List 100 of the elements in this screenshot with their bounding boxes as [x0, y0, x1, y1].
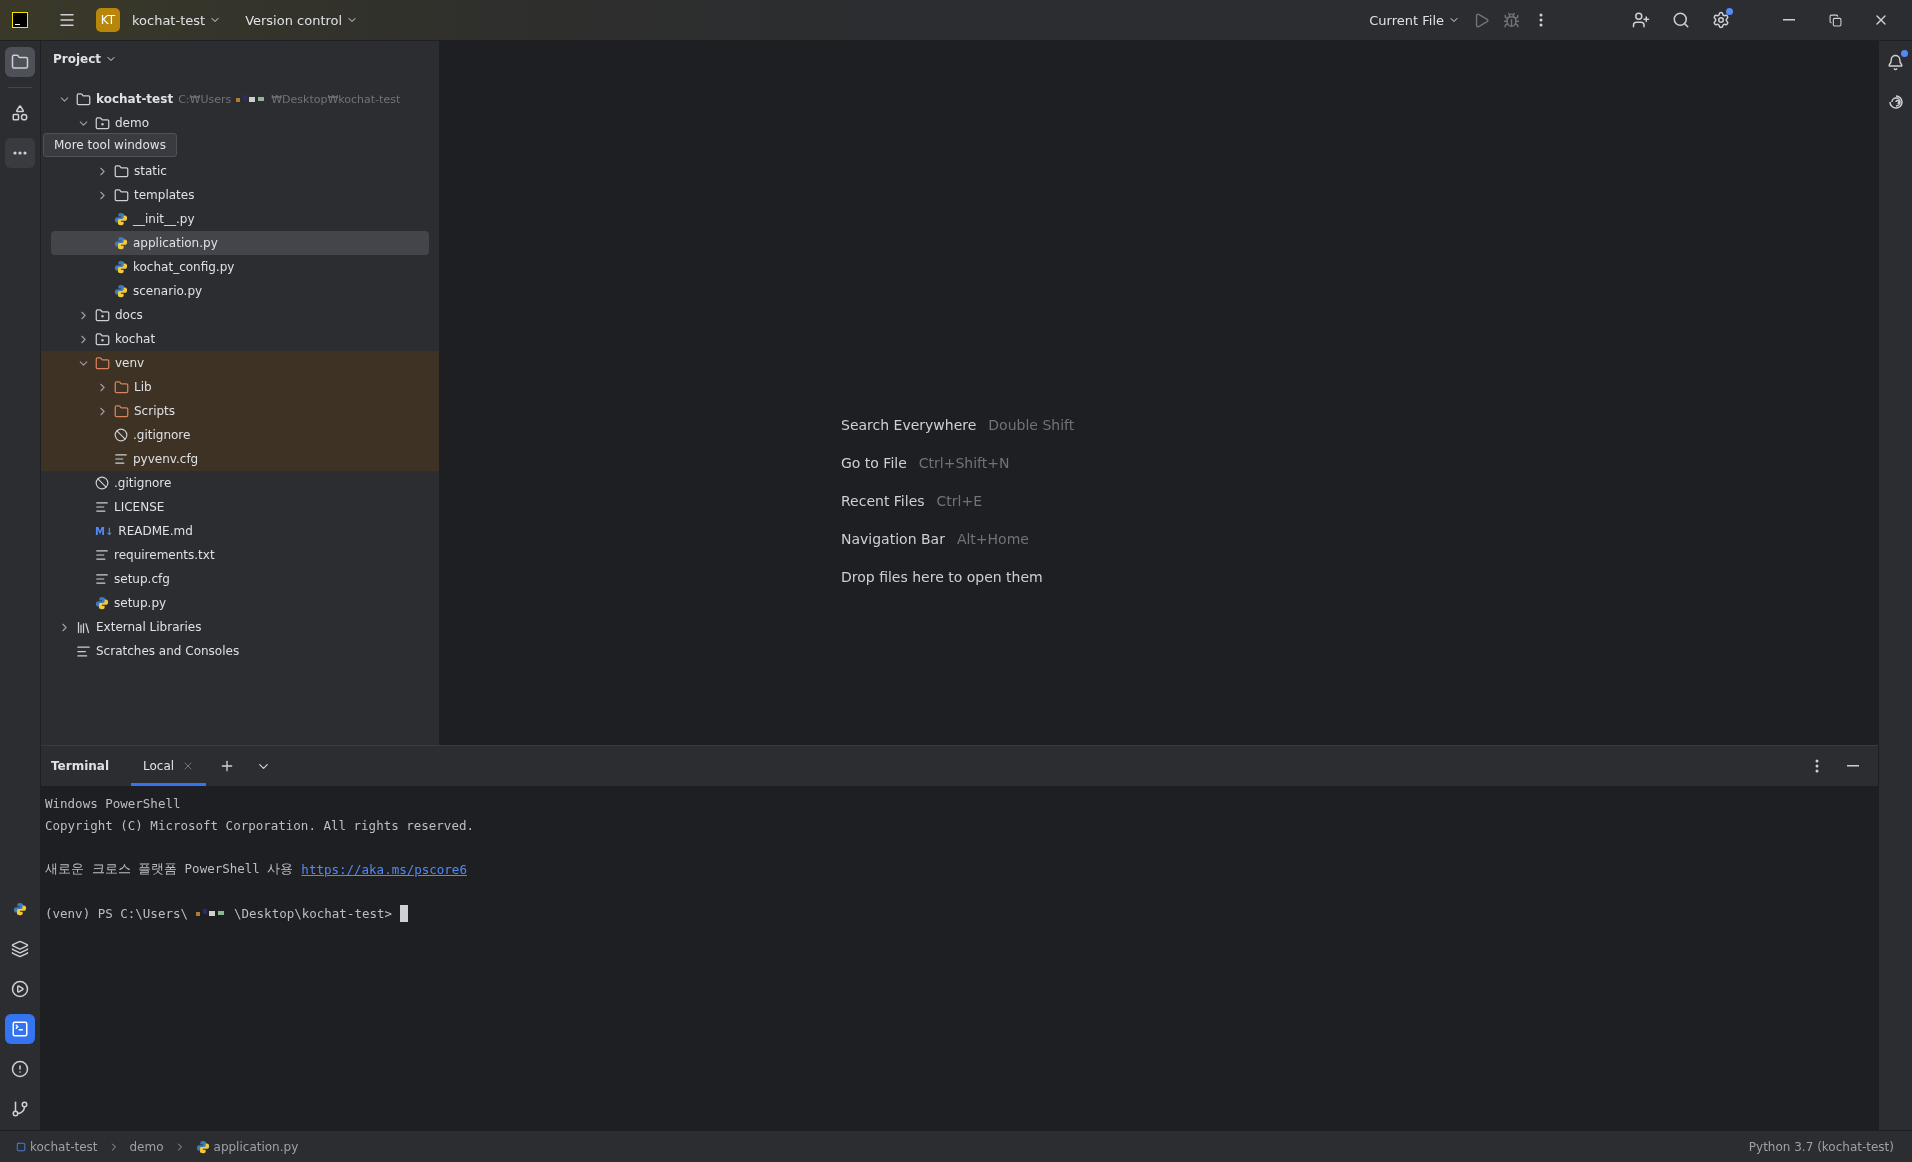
folder-icon	[11, 53, 29, 71]
hint-action: Recent Files	[841, 493, 925, 509]
breadcrumb[interactable]: kochat-test	[12, 1139, 102, 1154]
python-icon	[114, 260, 128, 274]
terminal-text: Copyright (C) Microsoft Corporation. All rights reserved.	[45, 817, 474, 833]
hint-shortcut: Ctrl+Shift+N	[918, 455, 1010, 471]
text-file-icon	[114, 452, 128, 466]
ignore-icon	[114, 428, 128, 442]
tree-item[interactable]: requirements.txt	[41, 543, 439, 567]
folder-icon	[95, 115, 110, 131]
minimize-icon	[1783, 19, 1795, 21]
restore-icon	[1828, 13, 1842, 27]
tree-label: External Libraries	[96, 620, 202, 634]
hint-shortcut: Alt+Home	[956, 531, 1029, 547]
tree-item[interactable]: Scripts	[41, 399, 439, 423]
terminal-text: 새로운 크로스 플랫폼 PowerShell 사용	[45, 860, 294, 878]
tree-item[interactable]: kochat-test C:₩Users ₩Desktop₩kochat-test	[41, 87, 439, 111]
tree-item[interactable]: venv	[41, 351, 439, 375]
redacted-username	[196, 908, 226, 918]
library-icon	[76, 619, 91, 635]
tree-item[interactable]: pyvenv.cfg	[41, 447, 439, 471]
ignore-icon	[95, 476, 109, 490]
tree-label: venv	[115, 356, 145, 370]
spiral-icon	[1887, 94, 1904, 110]
project-path: C:₩Users	[178, 92, 232, 106]
tree-label: setup.py	[114, 596, 167, 610]
folder-icon	[76, 91, 91, 107]
tree-item[interactable]: docs	[41, 303, 439, 327]
project-view-menu[interactable]: Project	[41, 41, 130, 77]
vcs-menu[interactable]: Version control	[239, 8, 365, 32]
play-circle-icon	[11, 980, 29, 998]
tree-label: __init__.py	[133, 212, 195, 226]
terminal-tab[interactable]: Local	[131, 746, 207, 786]
python-icon	[13, 902, 27, 916]
breadcrumb[interactable]: application.py	[191, 1139, 303, 1154]
scratches-icon	[76, 643, 91, 659]
terminal-link[interactable]: https://aka.ms/pscore6	[301, 861, 467, 877]
more-icon	[13, 151, 27, 155]
tree-item[interactable]: M↓ README.md	[41, 519, 439, 543]
tree-item[interactable]: static	[41, 159, 439, 183]
terminal-icon	[11, 1020, 29, 1038]
tree-item[interactable]: application.py	[51, 231, 429, 255]
tree-item[interactable]: __init__.py	[41, 207, 439, 231]
markdown-icon: M↓	[95, 525, 114, 537]
tree-item[interactable]: External Libraries	[41, 615, 439, 639]
tree-item[interactable]: LICENSE	[41, 495, 439, 519]
tree-item[interactable]: Scratches and Consoles	[41, 639, 439, 663]
tool-window-button[interactable]	[5, 1014, 35, 1044]
redacted-username	[236, 94, 267, 104]
project-switcher[interactable]: kochat-test	[126, 8, 228, 32]
tree-label: application.py	[133, 236, 218, 250]
tree-label: .gitignore	[133, 428, 191, 442]
tree-item[interactable]: kochat_config.py	[41, 255, 439, 279]
python-icon	[195, 1139, 210, 1154]
tree-label: static	[134, 164, 167, 178]
tree-label: scenario.py	[133, 284, 203, 298]
tree-label: pyvenv.cfg	[133, 452, 199, 466]
project-path: ₩Desktop₩kochat-test	[271, 92, 401, 106]
folder-icon	[114, 379, 129, 395]
breadcrumb[interactable]: demo	[125, 1139, 168, 1154]
tree-item[interactable]: scenario.py	[41, 279, 439, 303]
python-icon	[114, 236, 128, 250]
tree-item[interactable]: demo	[41, 111, 439, 135]
text-file-icon	[95, 500, 109, 514]
branch-icon	[11, 1100, 29, 1118]
tree-item[interactable]: setup.cfg	[41, 567, 439, 591]
bell-icon	[1887, 53, 1904, 71]
tool-window-button[interactable]	[5, 47, 35, 77]
tree-item[interactable]: .gitignore	[41, 471, 439, 495]
text-file-icon	[95, 548, 109, 562]
tree-item[interactable]: setup.py	[41, 591, 439, 615]
folder-icon	[95, 307, 110, 323]
tree-item[interactable]: .gitignore	[41, 423, 439, 447]
project-badge: KT	[96, 8, 120, 32]
tree-label: docs	[115, 308, 143, 322]
module-icon	[16, 1141, 26, 1152]
tooltip: More tool windows	[43, 133, 177, 157]
tree-label: setup.cfg	[114, 572, 170, 586]
folder-icon	[114, 187, 129, 203]
alert-icon	[11, 1060, 29, 1078]
terminal-title: Terminal	[51, 759, 110, 773]
tree-item[interactable]: Lib	[41, 375, 439, 399]
terminal-text: (venv) PS C:\Users\	[45, 905, 188, 921]
tree-label: templates	[134, 188, 195, 202]
shapes-icon	[11, 104, 29, 122]
menu-icon	[58, 11, 76, 29]
python-icon	[114, 284, 128, 298]
add-user-icon	[1632, 11, 1650, 29]
settings-icon	[1712, 11, 1730, 29]
tree-item[interactable]: templates	[41, 183, 439, 207]
interpreter-widget[interactable]: Python 3.7 (kochat-test)	[1742, 1138, 1900, 1155]
tree-label: Scratches and Consoles	[96, 644, 240, 658]
folder-icon	[95, 355, 110, 371]
tree-item[interactable]: kochat	[41, 327, 439, 351]
kebab-icon	[1815, 759, 1819, 773]
layers-icon	[11, 940, 29, 958]
tree-label: requirements.txt	[114, 548, 215, 562]
folder-icon	[114, 403, 129, 419]
run-config-menu[interactable]: Current File	[1363, 8, 1466, 32]
tree-label: README.md	[118, 524, 193, 538]
